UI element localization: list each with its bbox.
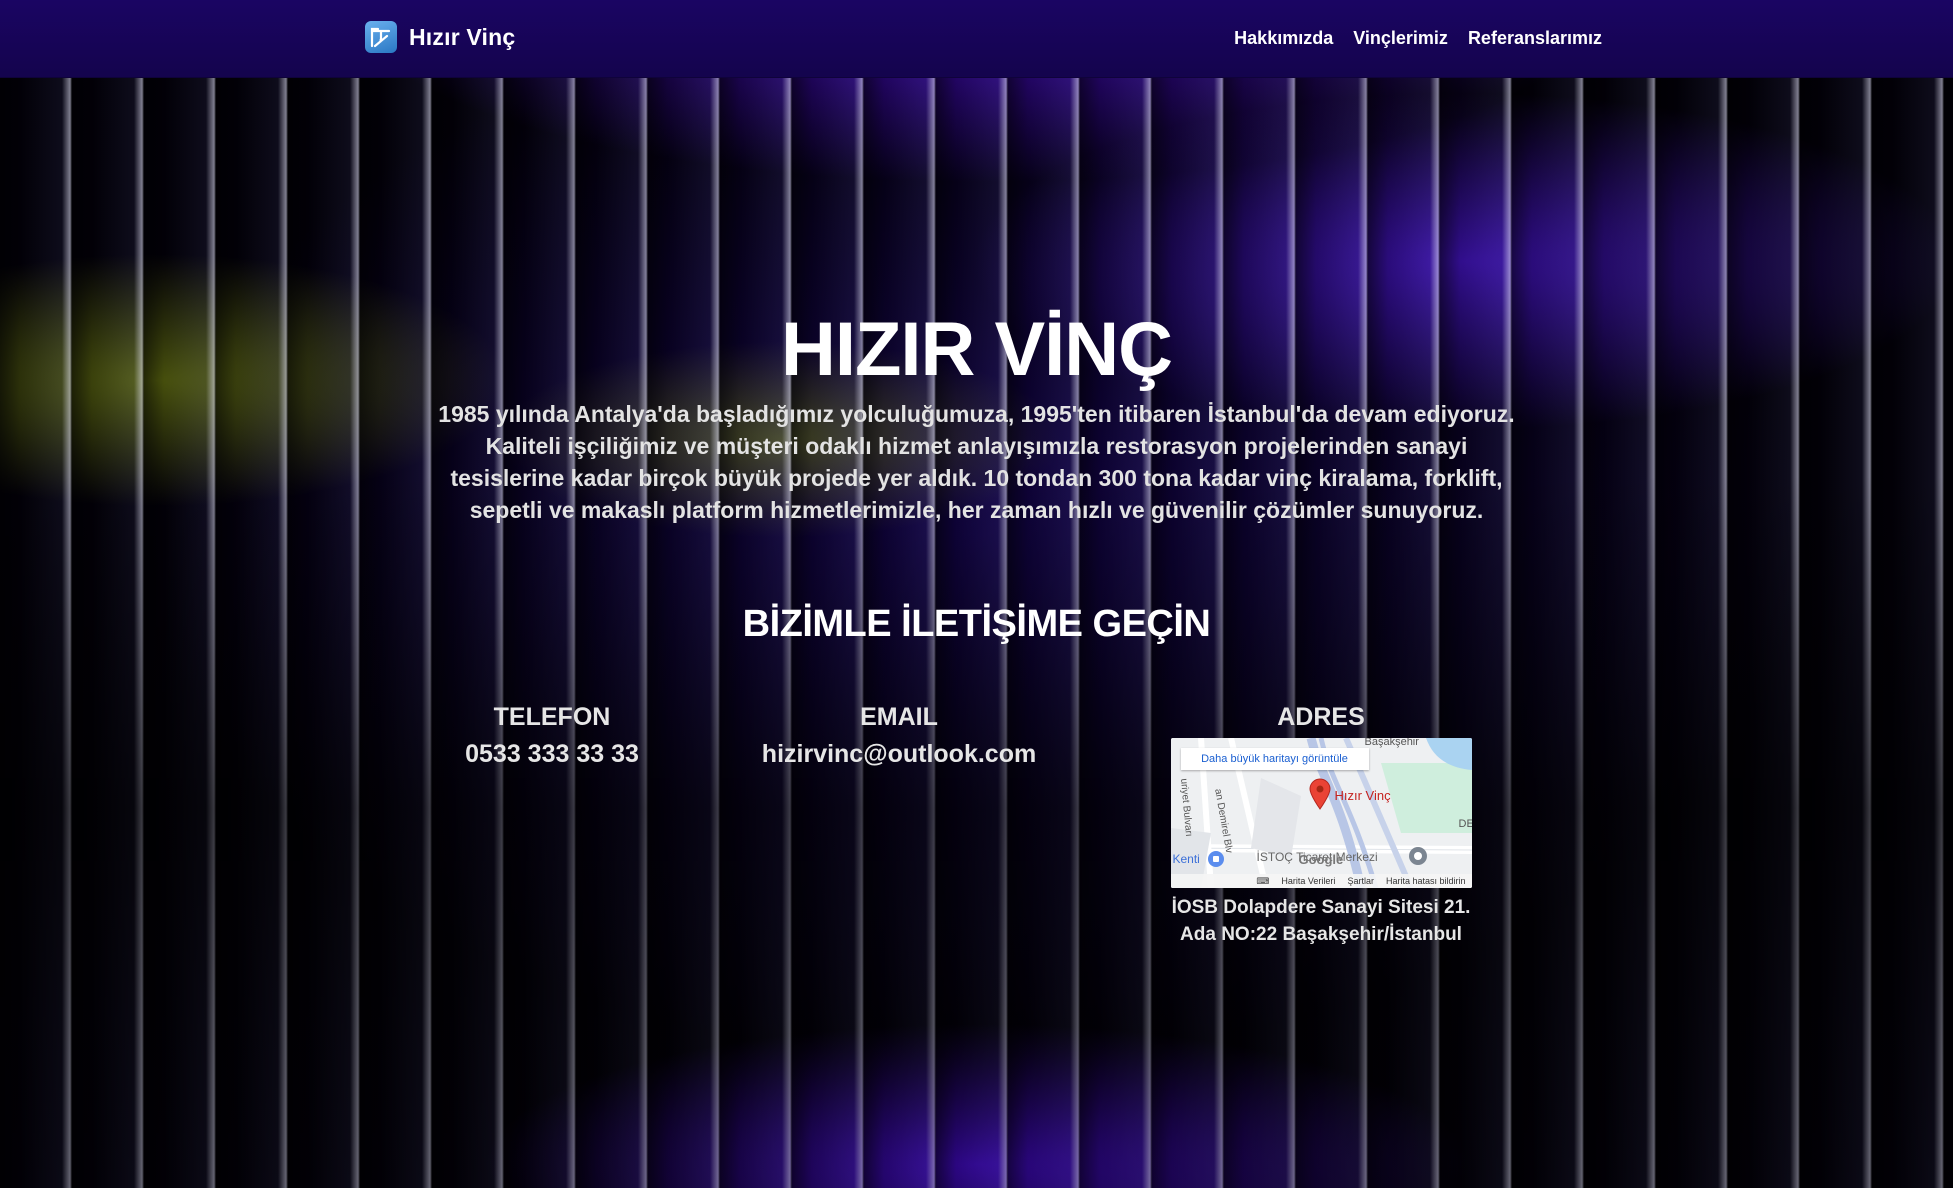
- map-label-left: Kenti: [1172, 852, 1200, 866]
- map-label-district: Başakşehir: [1364, 738, 1419, 748]
- map-label-place: Hızır Vinç: [1334, 788, 1391, 803]
- contact-email: EMAIL hizirvinc@outlook.com: [750, 703, 1048, 769]
- address-label: ADRES: [1277, 703, 1365, 731]
- hero-description: 1985 yılında Antalya'da başladığımız yol…: [438, 401, 1515, 523]
- keyboard-icon[interactable]: ⌨: [1256, 876, 1269, 887]
- map-footer: ⌨ Harita Verileri Şartlar Harita hatası …: [1170, 874, 1472, 888]
- contact-phone: TELEFON 0533 333 33 33: [452, 703, 652, 769]
- brand-logo[interactable]: Hızır Vinç: [365, 20, 515, 54]
- site-header: Hızır Vinç Hakkımızda Vinçlerimiz Refera…: [0, 0, 1953, 78]
- map-larger-link[interactable]: Daha büyük haritayı görüntüle: [1180, 748, 1369, 770]
- main-nav: Hakkımızda Vinçlerimiz Referanslarımız: [1234, 28, 1602, 49]
- map-footer-terms[interactable]: Şartlar: [1347, 876, 1374, 886]
- map-footer-data[interactable]: Harita Verileri: [1281, 876, 1335, 886]
- contact-address: ADRES Daha büyük haritayı görüntüle Başa…: [1160, 703, 1482, 948]
- address-value: İOSB Dolapdere Sanayi Sitesi 21. Ada NO:…: [1171, 897, 1471, 945]
- email-value[interactable]: hizirvinc@outlook.com: [750, 740, 1048, 769]
- google-logo: Google: [1298, 852, 1344, 867]
- map-footer-report[interactable]: Harita hatası bildirin: [1386, 876, 1466, 886]
- main-content: HIZIR VİNÇ 1985 yılında Antalya'da başla…: [0, 0, 1953, 1188]
- hero-title: HIZIR VİNÇ: [780, 307, 1173, 392]
- nav-link-references[interactable]: Referanslarımız: [1468, 28, 1602, 49]
- phone-value[interactable]: 0533 333 33 33: [452, 740, 652, 769]
- nav-link-cranes[interactable]: Vinçlerimiz: [1353, 28, 1448, 49]
- brand-name: Hızır Vinç: [409, 23, 516, 50]
- email-label: EMAIL: [860, 703, 938, 731]
- map-label-edge: DE: [1458, 818, 1472, 830]
- nav-link-about[interactable]: Hakkımızda: [1234, 28, 1333, 49]
- embedded-map[interactable]: Daha büyük haritayı görüntüle Başakşehir…: [1170, 738, 1472, 888]
- phone-label: TELEFON: [493, 703, 611, 731]
- contact-title: BİZİMLE İLETİŞİME GEÇİN: [742, 603, 1211, 645]
- crane-logo-icon: [365, 21, 397, 53]
